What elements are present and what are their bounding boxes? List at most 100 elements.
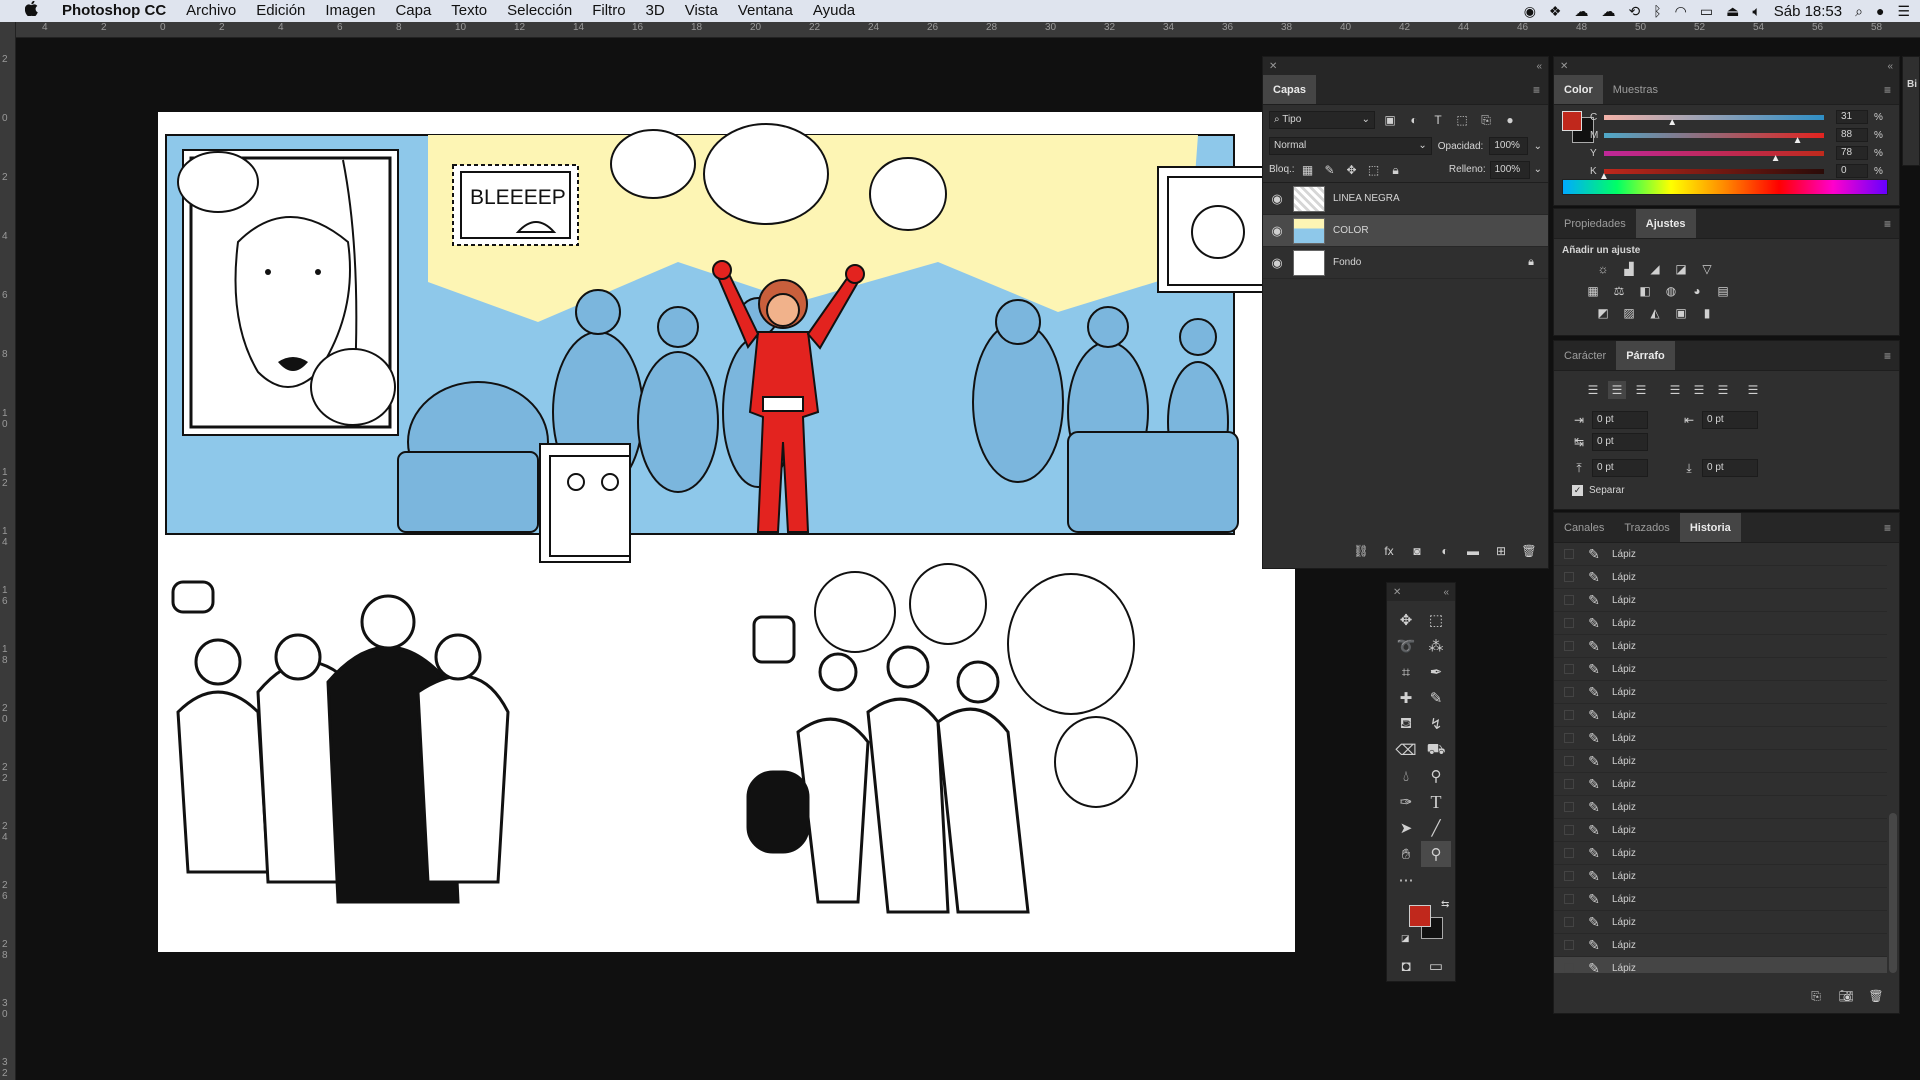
volume-icon[interactable]: 🔈︎ — [1752, 3, 1760, 20]
foreground-color-swatch[interactable] — [1409, 905, 1431, 927]
filter-shape-icon[interactable]: ⬚ — [1453, 111, 1471, 129]
slider-handle-icon[interactable]: ▲ — [1771, 153, 1781, 164]
collapse-icon[interactable]: « — [1443, 587, 1449, 598]
zoom-tool-icon[interactable]: ⚲ — [1421, 841, 1451, 867]
dropbox-icon[interactable]: ❖ — [1549, 3, 1562, 20]
exposure-icon[interactable]: ◪ — [1672, 260, 1690, 278]
tab-trazados[interactable]: Trazados — [1614, 513, 1679, 542]
visibility-eye-icon[interactable]: ◉ — [1263, 255, 1291, 271]
collapse-icon[interactable]: « — [1536, 61, 1542, 72]
stamp-tool-icon[interactable]: ⛾ — [1391, 711, 1421, 737]
filter-smartobject-icon[interactable]: ⎘ — [1477, 111, 1495, 129]
align-right-icon[interactable]: ☰ — [1632, 381, 1650, 399]
history-state-row[interactable]: ✎ Lápiz — [1554, 865, 1887, 888]
black-white-icon[interactable]: ◧ — [1636, 282, 1654, 300]
levels-icon[interactable]: ▟ — [1620, 260, 1638, 278]
cloud-upload-icon[interactable]: ☁ — [1601, 3, 1615, 20]
lock-artboard-icon[interactable]: ⬚ — [1365, 161, 1383, 179]
dodge-tool-icon[interactable]: ⚲ — [1421, 763, 1451, 789]
history-state-row[interactable]: ✎ Lápiz — [1554, 888, 1887, 911]
hand-tool-icon[interactable]: ✋︎ — [1391, 841, 1421, 867]
history-source-checkbox[interactable] — [1564, 825, 1574, 835]
channel-value-field[interactable]: 78 — [1836, 146, 1868, 160]
lasso-tool-icon[interactable]: ➰ — [1391, 633, 1421, 659]
tab-capas[interactable]: Capas — [1263, 75, 1317, 104]
history-source-checkbox[interactable] — [1564, 894, 1574, 904]
filter-type-icon[interactable]: T — [1429, 111, 1447, 129]
posterize-icon[interactable]: ▨ — [1620, 304, 1638, 322]
panel-menu-icon[interactable]: ≡ — [1533, 83, 1540, 97]
close-icon[interactable]: ✕ — [1269, 61, 1277, 72]
eject-icon[interactable]: ⏏ — [1726, 3, 1739, 20]
brush-tool-icon[interactable]: ✎ — [1421, 685, 1451, 711]
history-state-row[interactable]: ✎ Lápiz — [1554, 819, 1887, 842]
history-state-row[interactable]: ✎ Lápiz — [1554, 543, 1887, 566]
threshold-icon[interactable]: ◭ — [1646, 304, 1664, 322]
history-source-checkbox[interactable] — [1564, 871, 1574, 881]
filter-pixel-icon[interactable]: ▣ — [1381, 111, 1399, 129]
channel-slider[interactable]: ▲ — [1604, 114, 1824, 127]
panel-menu-icon[interactable]: ≡ — [1884, 83, 1891, 97]
align-left-icon[interactable]: ☰ — [1584, 381, 1602, 399]
blend-mode-select[interactable]: Normal ⌄ — [1269, 137, 1432, 155]
lock-all-icon[interactable]: 🔒︎ — [1387, 161, 1405, 179]
justify-last-left-icon[interactable]: ☰ — [1666, 381, 1684, 399]
history-state-row[interactable]: ✎ Lápiz — [1554, 589, 1887, 612]
chevron-down-icon[interactable]: ⌄ — [1534, 141, 1542, 152]
healing-tool-icon[interactable]: ✚ — [1391, 685, 1421, 711]
indent-first-line-field[interactable]: 0 pt — [1592, 433, 1648, 451]
new-group-icon[interactable]: ▬ — [1464, 542, 1482, 560]
tab-caracter[interactable]: Carácter — [1554, 341, 1616, 370]
vibrance-icon[interactable]: ▽ — [1698, 260, 1716, 278]
history-source-checkbox[interactable] — [1564, 756, 1574, 766]
foreground-color-swatch[interactable] — [1562, 111, 1582, 131]
channel-slider[interactable]: ▲ — [1604, 132, 1824, 145]
menu-ayuda[interactable]: Ayuda — [803, 0, 865, 22]
new-document-from-state-icon[interactable]: ⎘ — [1807, 987, 1825, 1005]
menu-seleccion[interactable]: Selección — [497, 0, 582, 22]
history-state-row[interactable]: ✎ Lápiz — [1554, 704, 1887, 727]
cloud-icon[interactable]: ☁ — [1574, 3, 1588, 20]
history-source-checkbox[interactable] — [1564, 641, 1574, 651]
layer-row-linea-negra[interactable]: ◉ LINEA NEGRA — [1263, 183, 1548, 215]
history-source-checkbox[interactable] — [1564, 848, 1574, 858]
chevron-down-icon[interactable]: ⌄ — [1534, 164, 1542, 175]
lock-paint-icon[interactable]: ✎ — [1321, 161, 1339, 179]
history-source-checkbox[interactable] — [1564, 733, 1574, 743]
tab-propiedades[interactable]: Propiedades — [1554, 209, 1636, 238]
lock-transparent-icon[interactable]: ▦ — [1299, 161, 1317, 179]
slider-handle-icon[interactable]: ▲ — [1793, 135, 1803, 146]
tab-canales[interactable]: Canales — [1554, 513, 1614, 542]
tab-muestras[interactable]: Muestras — [1603, 75, 1668, 104]
spotlight-search-icon[interactable]: ⌕ — [1855, 3, 1863, 20]
more-tools-icon[interactable]: ⋯ — [1391, 867, 1421, 893]
filter-adjustment-icon[interactable]: ◐ — [1405, 111, 1423, 129]
channel-mixer-icon[interactable]: ◕ — [1688, 282, 1706, 300]
adjustment-layer-icon[interactable]: ◐ — [1436, 542, 1454, 560]
marquee-tool-icon[interactable]: ⬚ — [1421, 607, 1451, 633]
apple-menu-icon[interactable] — [20, 0, 42, 21]
visibility-eye-icon[interactable]: ◉ — [1263, 223, 1291, 239]
document-canvas[interactable]: BLEEEEP — [158, 112, 1295, 952]
panel-menu-icon[interactable]: ≡ — [1884, 521, 1891, 535]
history-source-checkbox[interactable] — [1564, 687, 1574, 697]
move-tool-icon[interactable]: ✥ — [1391, 607, 1421, 633]
paint-bucket-tool-icon[interactable]: ⛟ — [1421, 737, 1451, 763]
menu-edicion[interactable]: Edición — [246, 0, 315, 22]
history-state-row[interactable]: ✎ Lápiz — [1554, 773, 1887, 796]
hyphenate-checkbox[interactable]: ✓ — [1572, 485, 1583, 496]
pen-tool-icon[interactable]: ✑ — [1391, 789, 1421, 815]
color-balance-icon[interactable]: ⚖ — [1610, 282, 1628, 300]
history-state-row[interactable]: ✎ Lápiz — [1554, 635, 1887, 658]
opacity-field[interactable]: 100% — [1489, 137, 1528, 155]
menu-3d[interactable]: 3D — [636, 0, 675, 22]
history-source-checkbox[interactable] — [1564, 549, 1574, 559]
menu-archivo[interactable]: Archivo — [176, 0, 246, 22]
new-layer-icon[interactable]: ⊞ — [1492, 542, 1510, 560]
menu-vista[interactable]: Vista — [675, 0, 728, 22]
history-source-checkbox[interactable] — [1564, 618, 1574, 628]
type-tool-icon[interactable]: T — [1421, 789, 1451, 815]
blur-tool-icon[interactable]: 💧︎ — [1391, 763, 1421, 789]
panel-menu-icon[interactable]: ≡ — [1884, 217, 1891, 231]
vertical-ruler[interactable]: 2 0 2 4 6 8 1 0 1 2 1 4 1 6 1 8 2 0 2 2 2 4 2 6 2 8 3 0 3… — [0, 22, 16, 1080]
